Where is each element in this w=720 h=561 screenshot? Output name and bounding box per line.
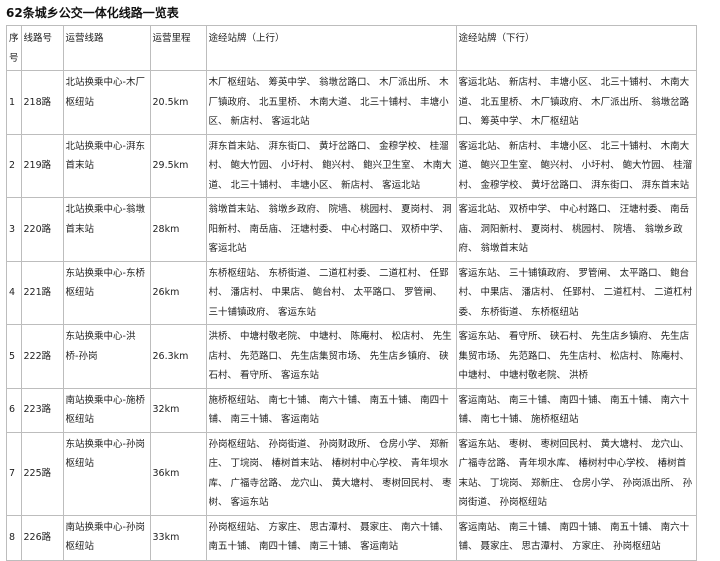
header-seq: 序号	[6, 25, 22, 71]
cell-seq: 2	[6, 133, 22, 198]
cell-seq: 5	[6, 324, 22, 389]
stops-down-text: 客运南站、 南三十铺、 南四十铺、 南五十铺、 南六十铺、 聂家庄、 思古潭村、…	[458, 521, 690, 553]
cell-route-number: 223路	[20, 387, 64, 433]
stops-up-text: 东桥枢纽站、 东桥街道、 二道杠村委、 二道杠村、 任郢村、 潘店村、 中果店、…	[208, 267, 449, 318]
cell-route-number: 225路	[20, 431, 64, 516]
cell-route-number: 222路	[20, 324, 64, 389]
cell-mileage: 36km	[149, 431, 207, 516]
cell-route-line: 北站换乘中心-木厂枢纽站	[62, 70, 151, 135]
cell-stops-down: 客运北站、 新店村、 丰塘小区、 北三十铺村、 木南大道、 鲍兴卫生室、 鲍兴村…	[455, 133, 697, 198]
cell-route-line: 东站换乘中心-孙岗枢纽站	[62, 431, 151, 516]
cell-route-line: 南站换乘中心-孙岗枢纽站	[62, 514, 151, 561]
route-table: 序号 线路号 运营线路 运营里程 途经站牌（上行） 途经站牌（下行） 1 218…	[6, 25, 697, 561]
cell-route-number: 218路	[20, 70, 64, 135]
table-header-row: 序号 线路号 运营线路 运营里程 途经站牌（上行） 途经站牌（下行）	[6, 25, 697, 71]
header-route-line: 运营线路	[62, 25, 151, 71]
stops-down-text: 客运北站、 新店村、 丰塘小区、 北三十铺村、 木南大道、 北五里桥、 木厂镇政…	[458, 77, 690, 127]
stops-down-text: 客运北站、 双桥中学、 中心村路口、 汪塘村委、 南岳庙、 洞阳新村、 夏岗村、…	[458, 204, 690, 254]
cell-stops-down: 客运东站、 看守所、 硖石村、 先生店乡镇府、 先生店集贸市场、 先范路口、 先…	[455, 324, 697, 389]
stops-down-text: 客运东站、 看守所、 硖石村、 先生店乡镇府、 先生店集贸市场、 先范路口、 先…	[458, 331, 690, 381]
cell-stops-up: 孙岗枢纽站、 方家庄、 思古潭村、 聂家庄、 南六十铺、 南五十铺、 南四十铺、…	[205, 514, 457, 561]
cell-mileage: 28km	[149, 197, 207, 262]
stops-down-text: 客运东站、 枣树、 枣树回民村、 黄大塘村、 龙穴山、 广福寺岔路、 青年坝水库…	[458, 438, 693, 509]
header-route-number: 线路号	[20, 25, 64, 71]
cell-stops-down: 客运南站、 南三十铺、 南四十铺、 南五十铺、 南六十铺、 聂家庄、 思古潭村、…	[455, 514, 697, 561]
stops-up-text: 翁墩首末站、 翁墩乡政府、 院墙、 桃园村、 夏岗村、 洞阳新村、 南岳庙、 汪…	[208, 204, 452, 254]
table-row: 1 218路 北站换乘中心-木厂枢纽站 20.5km 木厂枢纽站、 筹英中学、 …	[6, 70, 697, 135]
cell-route-line: 东站换乘中心-东桥枢纽站	[62, 260, 151, 325]
cell-stops-up: 洪桥、 中塘村敬老院、 中塘村、 陈庵村、 松店村、 先生店村、 先范路口、 先…	[205, 324, 457, 389]
cell-mileage: 26km	[149, 260, 207, 325]
cell-seq: 7	[6, 431, 22, 516]
table-row: 2 219路 北站换乘中心-湃东首末站 29.5km 湃东首末站、 湃东街口、 …	[6, 133, 697, 198]
cell-mileage: 29.5km	[149, 133, 207, 198]
stops-down-text: 客运北站、 新店村、 丰塘小区、 北三十铺村、 木南大道、 鲍兴卫生室、 鲍兴村…	[458, 140, 693, 191]
cell-stops-up: 孙岗枢纽站、 孙岗街道、 孙岗财政所、 仓房小学、 郑新庄、 丁垸岗、 椿树首末…	[205, 431, 457, 516]
cell-mileage: 32km	[149, 387, 207, 433]
header-mileage: 运营里程	[149, 25, 207, 71]
cell-seq: 6	[6, 387, 22, 433]
stops-up-text: 木厂枢纽站、 筹英中学、 翁墩岔路口、 木厂派出所、 木厂镇政府、 北五里桥、 …	[208, 77, 449, 127]
cell-route-line: 北站换乘中心-翁墩首末站	[62, 197, 151, 262]
cell-stops-down: 客运东站、 枣树、 枣树回民村、 黄大塘村、 龙穴山、 广福寺岔路、 青年坝水库…	[455, 431, 697, 516]
stops-up-text: 施桥枢纽站、 南七十铺、 南六十铺、 南五十铺、 南四十铺、 南三十铺、 客运南…	[208, 394, 449, 426]
cell-route-line: 北站换乘中心-湃东首末站	[62, 133, 151, 198]
stops-up-text: 洪桥、 中塘村敬老院、 中塘村、 陈庵村、 松店村、 先生店村、 先范路口、 先…	[208, 331, 452, 381]
stops-up-text: 湃东首末站、 湃东街口、 黄圩岔路口、 金穆学校、 桂溜村、 鲍大竹园、 小圩村…	[208, 140, 452, 191]
cell-stops-down: 客运东站、 三十铺镇政府、 罗管闸、 太平路口、 鲍台村、 中果店、 潘店村、 …	[455, 260, 697, 325]
cell-stops-down: 客运南站、 南三十铺、 南四十铺、 南五十铺、 南六十铺、 南七十铺、 施桥枢纽…	[455, 387, 697, 433]
table-row: 7 225路 东站换乘中心-孙岗枢纽站 36km 孙岗枢纽站、 孙岗街道、 孙岗…	[6, 431, 697, 516]
cell-route-line: 东站换乘中心-洪桥-孙岗	[62, 324, 151, 389]
stops-up-text: 孙岗枢纽站、 孙岗街道、 孙岗财政所、 仓房小学、 郑新庄、 丁垸岗、 椿树首末…	[208, 438, 452, 509]
stops-up-text: 孙岗枢纽站、 方家庄、 思古潭村、 聂家庄、 南六十铺、 南五十铺、 南四十铺、…	[208, 521, 449, 553]
cell-route-number: 221路	[20, 260, 64, 325]
cell-seq: 3	[6, 197, 22, 262]
table-row: 6 223路 南站换乘中心-施桥枢纽站 32km 施桥枢纽站、 南七十铺、 南六…	[6, 387, 697, 433]
table-row: 3 220路 北站换乘中心-翁墩首末站 28km 翁墩首末站、 翁墩乡政府、 院…	[6, 197, 697, 262]
cell-mileage: 33km	[149, 514, 207, 561]
table-row: 5 222路 东站换乘中心-洪桥-孙岗 26.3km 洪桥、 中塘村敬老院、 中…	[6, 324, 697, 389]
stops-down-text: 客运南站、 南三十铺、 南四十铺、 南五十铺、 南六十铺、 南七十铺、 施桥枢纽…	[458, 394, 690, 426]
page-title: 62条城乡公交一体化线路一览表	[6, 6, 179, 20]
cell-route-number: 220路	[20, 197, 64, 262]
cell-stops-up: 翁墩首末站、 翁墩乡政府、 院墙、 桃园村、 夏岗村、 洞阳新村、 南岳庙、 汪…	[205, 197, 457, 262]
header-stops-down: 途经站牌（下行）	[455, 25, 697, 71]
cell-stops-up: 木厂枢纽站、 筹英中学、 翁墩岔路口、 木厂派出所、 木厂镇政府、 北五里桥、 …	[205, 70, 457, 135]
cell-stops-down: 客运北站、 双桥中学、 中心村路口、 汪塘村委、 南岳庙、 洞阳新村、 夏岗村、…	[455, 197, 697, 262]
table-row: 4 221路 东站换乘中心-东桥枢纽站 26km 东桥枢纽站、 东桥街道、 二道…	[6, 260, 697, 325]
table-row: 8 226路 南站换乘中心-孙岗枢纽站 33km 孙岗枢纽站、 方家庄、 思古潭…	[6, 514, 697, 561]
cell-stops-up: 施桥枢纽站、 南七十铺、 南六十铺、 南五十铺、 南四十铺、 南三十铺、 客运南…	[205, 387, 457, 433]
cell-route-number: 226路	[20, 514, 64, 561]
cell-mileage: 26.3km	[149, 324, 207, 389]
cell-mileage: 20.5km	[149, 70, 207, 135]
cell-seq: 1	[6, 70, 22, 135]
cell-stops-up: 东桥枢纽站、 东桥街道、 二道杠村委、 二道杠村、 任郢村、 潘店村、 中果店、…	[205, 260, 457, 325]
stops-down-text: 客运东站、 三十铺镇政府、 罗管闸、 太平路口、 鲍台村、 中果店、 潘店村、 …	[458, 267, 693, 318]
cell-route-number: 219路	[20, 133, 64, 198]
cell-stops-down: 客运北站、 新店村、 丰塘小区、 北三十铺村、 木南大道、 北五里桥、 木厂镇政…	[455, 70, 697, 135]
cell-route-line: 南站换乘中心-施桥枢纽站	[62, 387, 151, 433]
cell-seq: 8	[6, 514, 22, 561]
cell-stops-up: 湃东首末站、 湃东街口、 黄圩岔路口、 金穆学校、 桂溜村、 鲍大竹园、 小圩村…	[205, 133, 457, 198]
cell-seq: 4	[6, 260, 22, 325]
header-stops-up: 途经站牌（上行）	[205, 25, 457, 71]
